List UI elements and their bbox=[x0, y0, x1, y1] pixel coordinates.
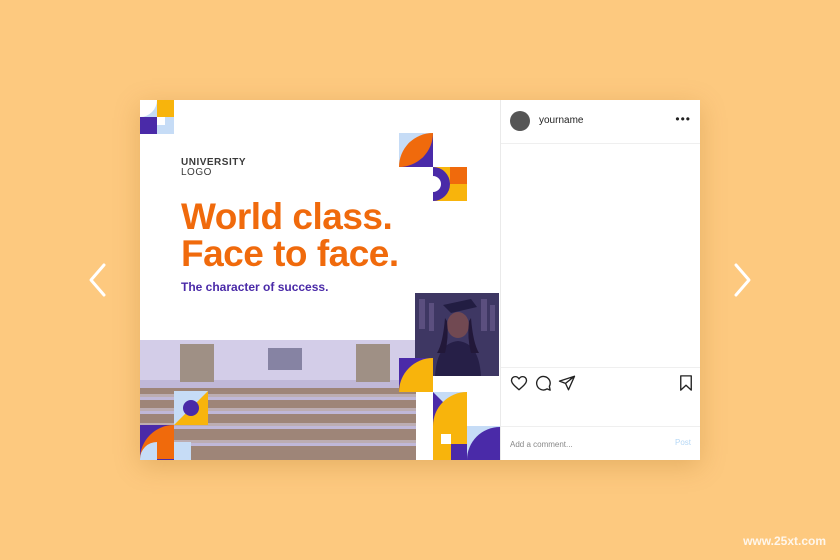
send-icon[interactable] bbox=[558, 374, 576, 392]
chevron-right-icon[interactable] bbox=[730, 262, 754, 298]
action-bar bbox=[501, 367, 700, 398]
geometric-pattern-bottom-right bbox=[399, 358, 500, 460]
more-options-icon[interactable]: ••• bbox=[675, 112, 691, 126]
logo-line-2: LOGO bbox=[181, 167, 212, 178]
headline: World class. Face to face. bbox=[181, 198, 399, 272]
university-logo: UNIVERSITY LOGO bbox=[181, 158, 246, 178]
username[interactable]: yourname bbox=[539, 115, 583, 126]
post-button[interactable]: Post bbox=[675, 438, 691, 447]
instagram-post-mockup: UNIVERSITY LOGO World class. Face to fac… bbox=[140, 100, 700, 460]
comment-bar: Post bbox=[501, 426, 700, 460]
post-creative-image: UNIVERSITY LOGO World class. Face to fac… bbox=[140, 100, 500, 460]
geometric-pattern-top-right bbox=[399, 133, 467, 201]
instagram-panel: yourname ••• Post bbox=[500, 100, 700, 460]
bookmark-icon[interactable] bbox=[677, 374, 695, 392]
geometric-pattern-bottom-left bbox=[140, 391, 208, 460]
headline-line-2: Face to face. bbox=[181, 233, 399, 274]
headline-line-1: World class. bbox=[181, 196, 393, 237]
watermark: www.25xt.com bbox=[743, 534, 826, 548]
avatar[interactable] bbox=[510, 111, 530, 131]
post-header: yourname ••• bbox=[501, 100, 700, 144]
comment-icon[interactable] bbox=[534, 374, 552, 392]
comment-input[interactable] bbox=[510, 437, 650, 451]
chevron-left-icon[interactable] bbox=[86, 262, 110, 298]
tagline: The character of success. bbox=[181, 280, 329, 294]
heart-icon[interactable] bbox=[510, 374, 528, 392]
geometric-pattern-top-left bbox=[140, 100, 174, 134]
